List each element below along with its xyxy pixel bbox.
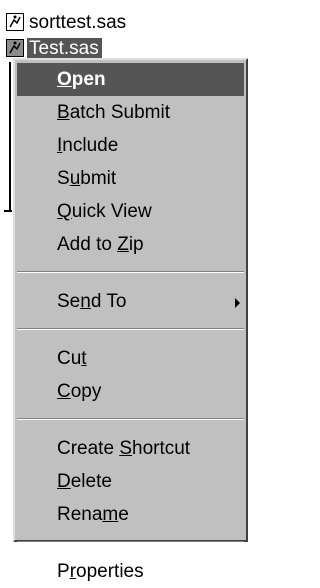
menu-item-label-post: operties bbox=[76, 561, 144, 582]
menu-separator bbox=[17, 541, 244, 543]
menu-item-label-pre: Cu bbox=[57, 348, 82, 369]
menu-item-label-pre: P bbox=[57, 561, 70, 582]
menu-item-include[interactable]: Include bbox=[15, 129, 246, 162]
menu-item-cut[interactable]: Cut bbox=[15, 342, 246, 375]
menu-item-accelerator: u bbox=[69, 168, 81, 189]
file-item-sorttest[interactable]: sorttest.sas bbox=[6, 10, 242, 34]
menu-item-rename[interactable]: Rename bbox=[15, 498, 246, 531]
menu-item-accelerator: Z bbox=[117, 234, 129, 255]
menu-item-accelerator: O bbox=[57, 69, 72, 90]
menu-item-accelerator: t bbox=[81, 348, 87, 369]
menu-item-copy[interactable]: Copy bbox=[15, 375, 246, 408]
menu-item-open[interactable]: Open bbox=[17, 63, 244, 96]
menu-item-send-to[interactable]: Send To bbox=[15, 285, 246, 318]
menu-item-label-post: hortcut bbox=[132, 438, 191, 459]
tree-connector-line bbox=[9, 62, 11, 212]
menu-item-label-post: e bbox=[118, 504, 129, 525]
menu-item-label-post: atch Submit bbox=[69, 102, 171, 123]
menu-item-delete[interactable]: Delete bbox=[15, 465, 246, 498]
menu-item-batch-submit[interactable]: Batch Submit bbox=[15, 96, 246, 129]
context-menu: Open Batch Submit Include Submit Quick View A… bbox=[13, 58, 248, 582]
menu-item-label-post: uick View bbox=[71, 201, 152, 222]
menu-item-label-pre: Rena bbox=[57, 504, 103, 525]
menu-item-label-pre: S bbox=[57, 168, 70, 189]
menu-item-label-pre: Se bbox=[57, 291, 81, 312]
menu-item-quick-view[interactable]: Quick View bbox=[15, 195, 246, 228]
menu-item-properties[interactable]: Properties bbox=[15, 555, 246, 588]
tree-connector-tick bbox=[4, 210, 12, 212]
menu-item-label-post: ip bbox=[128, 234, 144, 255]
menu-separator bbox=[17, 328, 244, 330]
menu-separator bbox=[17, 418, 244, 420]
menu-item-label-post: bmit bbox=[80, 168, 117, 189]
menu-item-submit[interactable]: Submit bbox=[15, 162, 246, 195]
menu-item-accelerator: m bbox=[102, 504, 119, 525]
menu-item-label-post: d To bbox=[90, 291, 127, 312]
menu-item-label-pre: Add to bbox=[57, 234, 118, 255]
menu-item-label-post: nclude bbox=[62, 135, 119, 156]
menu-item-accelerator: Q bbox=[57, 201, 72, 222]
menu-item-label-pre: Create bbox=[57, 438, 120, 459]
menu-item-accelerator: n bbox=[80, 291, 91, 312]
menu-item-label-post: pen bbox=[71, 69, 106, 90]
menu-item-add-to-zip[interactable]: Add to Zip bbox=[15, 228, 246, 261]
menu-item-accelerator: C bbox=[57, 381, 71, 402]
menu-item-create-shortcut[interactable]: Create Shortcut bbox=[15, 432, 246, 465]
menu-item-accelerator: D bbox=[57, 471, 71, 492]
menu-item-label-post: elete bbox=[70, 471, 112, 492]
sas-program-icon bbox=[6, 39, 24, 57]
submenu-arrow-icon bbox=[235, 298, 240, 308]
file-name: Test.sas bbox=[27, 37, 102, 59]
file-name: sorttest.sas bbox=[29, 11, 127, 33]
file-item-test[interactable]: Test.sas bbox=[6, 36, 242, 60]
menu-item-label-post: opy bbox=[70, 381, 102, 402]
sas-program-icon bbox=[6, 13, 24, 31]
menu-item-accelerator: S bbox=[119, 438, 132, 459]
menu-separator bbox=[17, 271, 244, 273]
menu-item-accelerator: B bbox=[57, 102, 70, 123]
